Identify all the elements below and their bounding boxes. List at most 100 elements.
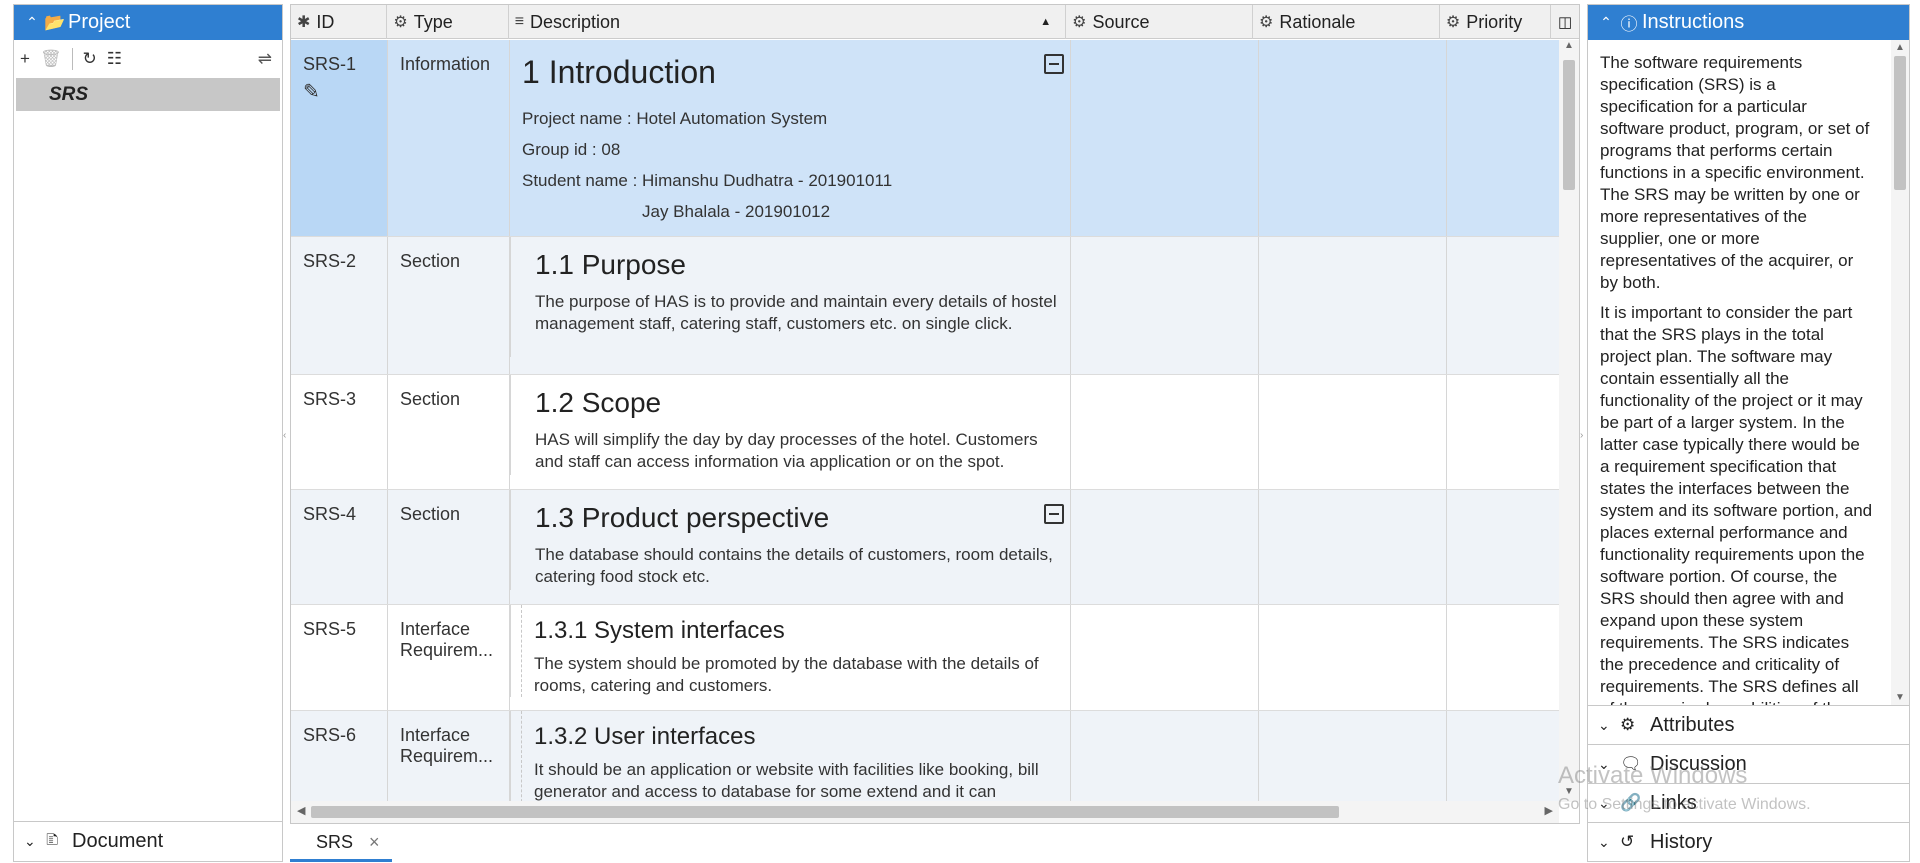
cell-rationale[interactable] [1259, 711, 1447, 802]
cell-priority[interactable] [1447, 711, 1559, 802]
cell-priority[interactable] [1447, 605, 1559, 710]
scroll-up-icon[interactable]: ▲ [1891, 42, 1909, 53]
grid-horizontal-scroll-thumb[interactable] [311, 806, 1339, 818]
column-header-description[interactable]: ≡ Description ▲ [509, 5, 1067, 39]
cell-id[interactable]: SRS-3 [291, 375, 388, 489]
row-line: Jay Bhalala - 201901012 [642, 202, 831, 221]
scroll-down-icon[interactable]: ▼ [1891, 692, 1909, 703]
delete-icon[interactable]: 🗑 [40, 49, 62, 69]
cell-rationale[interactable] [1259, 237, 1447, 374]
text-align-icon: ≡ [514, 13, 525, 30]
collapse-icon[interactable] [1044, 54, 1064, 74]
cell-id[interactable]: SRS-2 [291, 237, 388, 374]
cell-rationale[interactable] [1259, 375, 1447, 489]
right-splitter-handle[interactable]: › [1580, 430, 1583, 441]
cell-type[interactable]: Interface Requirem... [388, 711, 510, 802]
cell-id[interactable]: SRS-4 [291, 490, 388, 604]
cell-type[interactable]: Section [388, 490, 510, 604]
chevron-down-icon[interactable]: ⌄ [1598, 717, 1620, 734]
cell-priority[interactable] [1447, 490, 1559, 604]
cell-source[interactable] [1071, 605, 1259, 710]
cell-source[interactable] [1071, 375, 1259, 489]
cell-description[interactable]: 1 Introduction Project name : Hotel Auto… [510, 40, 1071, 236]
grid-vertical-scrollbar[interactable]: ▲ ▼ [1559, 40, 1579, 802]
chevron-up-icon[interactable]: ⌃ [22, 14, 42, 31]
sort-ascending-icon[interactable]: ▲ [1040, 16, 1051, 28]
cell-description[interactable]: 1.2 Scope HAS will simplify the day by d… [510, 375, 1071, 489]
scroll-up-icon[interactable]: ▲ [1559, 40, 1579, 56]
table-row[interactable]: SRS-5 Interface Requirem... 1.3.1 System… [291, 605, 1559, 711]
table-row[interactable]: SRS-6 Interface Requirem... 1.3.2 User i… [291, 711, 1559, 802]
project-panel-header[interactable]: ⌃ 📂 Project [14, 5, 282, 40]
collapse-icon[interactable] [1044, 504, 1064, 524]
links-section-header[interactable]: ⌄ 🔗 Links [1588, 783, 1909, 822]
tab-srs[interactable]: SRS × [290, 826, 392, 862]
column-header-type[interactable]: ⚙ Type [387, 5, 509, 39]
columns-toggle-icon[interactable]: ◫ [1551, 5, 1579, 39]
scroll-right-icon[interactable]: ▶ [1545, 804, 1553, 817]
discussion-section-header[interactable]: ⌄ 🗨 Discussion [1588, 744, 1909, 783]
row-id: SRS-4 [303, 504, 357, 524]
cell-source[interactable] [1071, 237, 1259, 374]
cell-source[interactable] [1071, 490, 1259, 604]
cell-description[interactable]: 1.3.2 User interfaces It should be an ap… [510, 711, 1071, 802]
gear-icon: ⚙ [1072, 14, 1087, 31]
document-section-header[interactable]: ⌄ 🗈 Document [14, 821, 282, 861]
cell-priority[interactable] [1447, 237, 1559, 374]
cell-type[interactable]: Section [388, 237, 510, 374]
left-splitter-handle[interactable]: ‹ [283, 430, 286, 441]
cell-id[interactable]: SRS-5 [291, 605, 388, 710]
row-line: Group id : 08 [522, 140, 621, 159]
grid-vertical-scroll-thumb[interactable] [1563, 60, 1575, 190]
instructions-panel-header[interactable]: ⌃ ⓘ Instructions [1588, 5, 1909, 40]
scroll-left-icon[interactable]: ◀ [297, 804, 305, 817]
history-section-header[interactable]: ⌄ ↺ History [1588, 822, 1909, 861]
table-row[interactable]: SRS-2 Section 1.1 Purpose The purpose of… [291, 237, 1559, 375]
column-header-source[interactable]: ⚙ Source [1066, 5, 1253, 39]
refresh-icon[interactable]: ↻ [83, 49, 97, 69]
chevron-down-icon[interactable]: ⌄ [24, 833, 46, 850]
chevron-up-icon[interactable]: ⌃ [1596, 14, 1616, 31]
chevron-down-icon[interactable]: ⌄ [1598, 756, 1620, 773]
row-heading: 1.1 Purpose [535, 249, 686, 280]
cell-id[interactable]: SRS-1 ✎ [291, 40, 388, 236]
cell-type[interactable]: Information [388, 40, 510, 236]
scroll-down-icon[interactable]: ▼ [1559, 786, 1579, 802]
column-header-rationale[interactable]: ⚙ Rationale [1253, 5, 1440, 39]
table-row[interactable]: SRS-1 ✎ Information 1 Introduction Proje… [291, 40, 1559, 237]
cell-rationale[interactable] [1259, 605, 1447, 710]
cell-id[interactable]: SRS-6 [291, 711, 388, 802]
cell-priority[interactable] [1447, 40, 1559, 236]
app-window: ⌃ 📂 Project + 🗑 ↻ ☷ ⇌ SRS ⌄ 🗈 Document ✱… [0, 0, 1920, 863]
cell-rationale[interactable] [1259, 490, 1447, 604]
instructions-scroll-thumb[interactable] [1894, 56, 1906, 190]
cell-source[interactable] [1071, 711, 1259, 802]
tree-item-srs[interactable]: SRS [16, 78, 280, 111]
cell-priority[interactable] [1447, 375, 1559, 489]
indent-level-2: 1.3.1 System interfaces The system shoul… [521, 605, 1070, 697]
cell-description[interactable]: 1.3.1 System interfaces The system shoul… [510, 605, 1071, 710]
chevron-down-icon[interactable]: ⌄ [1598, 834, 1620, 851]
column-header-priority[interactable]: ⚙ Priority [1440, 5, 1552, 39]
column-header-id[interactable]: ✱ ID [291, 5, 388, 39]
pencil-icon[interactable]: ✎ [303, 79, 387, 104]
table-row[interactable]: SRS-3 Section 1.2 Scope HAS will simplif… [291, 375, 1559, 490]
cell-rationale[interactable] [1259, 40, 1447, 236]
cell-type[interactable]: Interface Requirem... [388, 605, 510, 710]
cell-description[interactable]: 1.1 Purpose The purpose of HAS is to pro… [510, 237, 1071, 374]
close-icon[interactable]: × [369, 832, 380, 853]
row-id: SRS-6 [303, 725, 357, 745]
row-heading: 1.3 Product perspective [535, 502, 830, 533]
instructions-scrollbar[interactable]: ▲ ▼ [1891, 40, 1909, 705]
grid-horizontal-scrollbar[interactable]: ◀ ▶ [291, 801, 1559, 823]
add-icon[interactable]: + [20, 49, 30, 69]
chevron-down-icon[interactable]: ⌄ [1598, 795, 1620, 812]
shuffle-icon[interactable]: ⇌ [258, 49, 272, 69]
cell-type[interactable]: Section [388, 375, 510, 489]
column-header-description-label: Description [530, 11, 621, 32]
hierarchy-icon[interactable]: ☷ [107, 49, 122, 69]
cell-description[interactable]: 1.3 Product perspective The database sho… [510, 490, 1071, 604]
cell-source[interactable] [1071, 40, 1259, 236]
table-row[interactable]: SRS-4 Section 1.3 Product perspective Th… [291, 490, 1559, 605]
attributes-section-header[interactable]: ⌄ ⚙ Attributes [1588, 705, 1909, 744]
